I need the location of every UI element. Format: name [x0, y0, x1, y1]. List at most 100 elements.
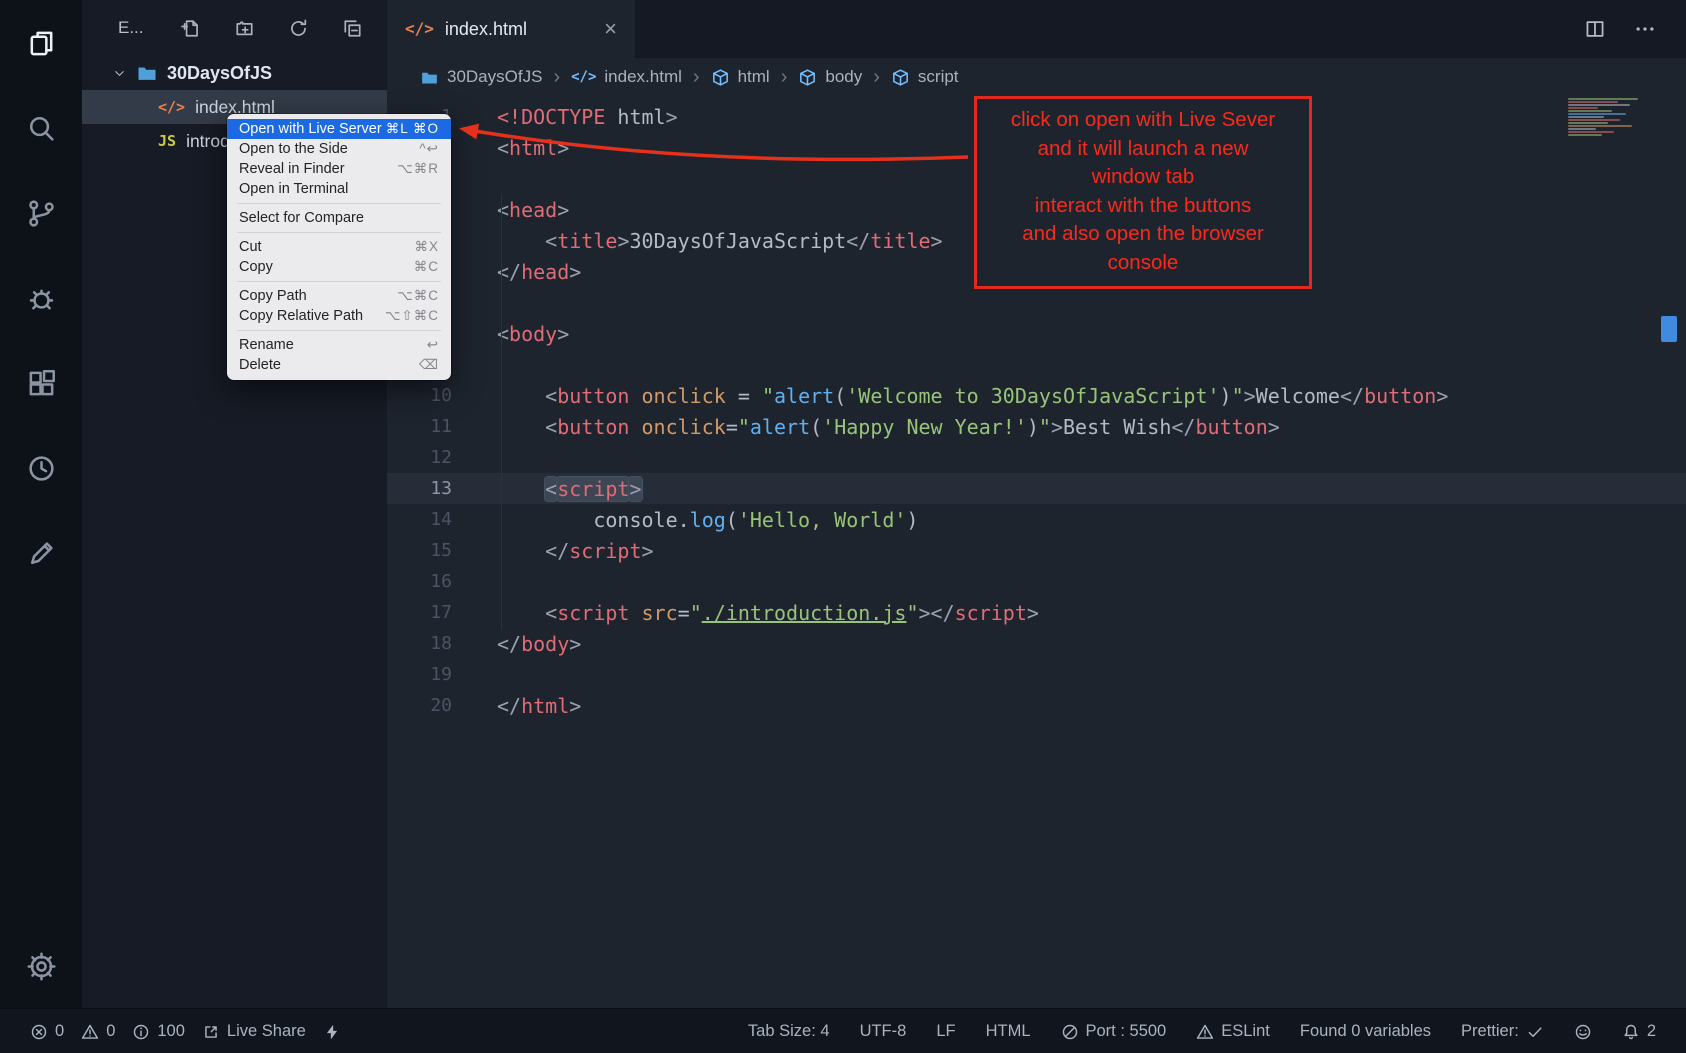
annotation-text-line: and it will launch a new [981, 135, 1305, 164]
status-label: Live Share [227, 1022, 306, 1041]
minimap-line [1568, 104, 1630, 106]
code-line[interactable]: 10 <button onclick = "alert('Welcome to … [387, 380, 1686, 411]
code-line-content: </script> [452, 539, 654, 563]
status-found-0-variables[interactable]: Found 0 variables [1300, 1022, 1431, 1041]
annotation-text-line: console [981, 249, 1305, 278]
menu-item-copy-relative-path[interactable]: Copy Relative Path⌥⇧⌘C [227, 306, 451, 326]
activity-pen-button[interactable] [26, 538, 57, 569]
split-editor-button[interactable] [1584, 18, 1606, 40]
breadcrumb-item-script[interactable]: script [891, 67, 959, 87]
code-line[interactable]: 12 [387, 442, 1686, 473]
menu-item-rename[interactable]: Rename↩ [227, 335, 451, 355]
status-2[interactable]: 2 [1622, 1022, 1656, 1041]
activity-files-button[interactable] [26, 28, 57, 59]
menu-item-open-with-live-server[interactable]: Open with Live Server⌘L ⌘O [227, 119, 451, 139]
code-line[interactable]: 11 <button onclick="alert('Happy New Yea… [387, 411, 1686, 442]
menu-item-select-for-compare[interactable]: Select for Compare [227, 208, 451, 228]
context-menu: Open with Live Server⌘L ⌘OOpen to the Si… [227, 114, 451, 380]
new-folder-icon[interactable] [234, 18, 255, 39]
menu-item-shortcut: ⌥⌘R [397, 161, 439, 177]
activity-bar-bottom [26, 951, 57, 982]
breadcrumb-item-body[interactable]: body [798, 67, 862, 87]
live-share-icon [202, 1023, 220, 1041]
code-line-content: </body> [452, 632, 581, 656]
annotation-text-line: interact with the buttons [981, 192, 1305, 221]
breadcrumb-item-index-html[interactable]: </>index.html [571, 67, 682, 87]
breadcrumb-label: script [918, 67, 959, 87]
status-utf-8[interactable]: UTF-8 [860, 1022, 907, 1041]
menu-item-open-in-terminal[interactable]: Open in Terminal [227, 179, 451, 199]
status-tab-size-4[interactable]: Tab Size: 4 [748, 1022, 830, 1041]
extensions-icon [26, 368, 57, 399]
status-zap-icon[interactable] [323, 1023, 341, 1041]
menu-item-shortcut: ⌘X [414, 239, 439, 255]
status-lf[interactable]: LF [936, 1022, 955, 1041]
menu-item-shortcut: ⌥⇧⌘C [385, 308, 439, 324]
status-0[interactable]: 0 [30, 1022, 64, 1041]
more-actions-button[interactable] [1634, 18, 1656, 40]
status-label: 100 [157, 1022, 185, 1041]
breadcrumb-item-html[interactable]: html [711, 67, 770, 87]
menu-item-copy[interactable]: Copy⌘C [227, 257, 451, 277]
status-bar: 00 100 Live Share Tab Size: 4 UTF-8 LF HTML Po… [0, 1008, 1686, 1053]
activity-source-control-button[interactable] [26, 198, 57, 229]
symbol-icon [711, 68, 730, 87]
annotation-text-line: window tab [981, 163, 1305, 192]
menu-separator [237, 330, 441, 331]
indent-guide [501, 194, 502, 630]
code-line[interactable]: 8<body> [387, 318, 1686, 349]
status-eslint[interactable]: ESLint [1196, 1022, 1270, 1041]
status-100[interactable]: 100 [132, 1022, 185, 1041]
folder-icon [136, 62, 158, 84]
tree-item-30daysofjs[interactable]: 30DaysOfJS [82, 56, 387, 90]
code-line[interactable]: 15 </script> [387, 535, 1686, 566]
status-label: Port : 5500 [1086, 1022, 1167, 1041]
minimap-line [1568, 131, 1614, 133]
status-0[interactable]: 0 [81, 1022, 115, 1041]
code-line[interactable]: 16 [387, 566, 1686, 597]
code-line[interactable]: 17 <script src="./introduction.js"></scr… [387, 597, 1686, 628]
tab-index-html[interactable]: </> index.html × [387, 0, 635, 58]
status-port-5500[interactable]: Port : 5500 [1061, 1022, 1167, 1041]
code-line-content: <!DOCTYPE html> [452, 105, 678, 129]
menu-item-copy-path[interactable]: Copy Path⌥⌘C [227, 286, 451, 306]
breadcrumb-item-30daysofjs[interactable]: 30DaysOfJS [420, 67, 542, 87]
status-prettier[interactable]: Prettier: [1461, 1022, 1544, 1041]
menu-item-delete[interactable]: Delete⌫ [227, 355, 451, 375]
menu-item-cut[interactable]: Cut⌘X [227, 237, 451, 257]
code-line-content: <html> [452, 136, 569, 160]
status-label: Found 0 variables [1300, 1022, 1431, 1041]
line-number: 15 [387, 540, 452, 561]
activity-debug-button[interactable] [26, 283, 57, 314]
activity-search-button[interactable] [26, 113, 57, 144]
status-smiley-icon[interactable] [1574, 1023, 1592, 1041]
error-icon [30, 1023, 48, 1041]
activity-extensions-button[interactable] [26, 368, 57, 399]
code-line[interactable]: 14 console.log('Hello, World') [387, 504, 1686, 535]
code-line[interactable]: 9 [387, 349, 1686, 380]
status-html[interactable]: HTML [986, 1022, 1031, 1041]
collapse-all-icon[interactable] [342, 18, 363, 39]
menu-item-reveal-in-finder[interactable]: Reveal in Finder⌥⌘R [227, 159, 451, 179]
code-line[interactable]: 13 <script> [387, 473, 1686, 504]
minimap-line [1568, 110, 1612, 112]
code-line-content: <script> [452, 477, 642, 501]
menu-item-label: Select for Compare [239, 210, 364, 226]
new-file-icon[interactable] [180, 18, 201, 39]
minimap[interactable] [1568, 98, 1656, 136]
refresh-icon[interactable] [288, 18, 309, 39]
bell-icon [1622, 1023, 1640, 1041]
explorer-actions [180, 18, 363, 39]
code-line[interactable]: 20</html> [387, 690, 1686, 721]
code-line[interactable]: 18</body> [387, 628, 1686, 659]
tab-close-icon[interactable]: × [604, 18, 617, 40]
code-line[interactable]: 19 [387, 659, 1686, 690]
code-line[interactable]: 7 [387, 287, 1686, 318]
minimap-line [1568, 128, 1596, 130]
activity-settings-gear-button[interactable] [26, 951, 57, 982]
symbol-icon [891, 68, 910, 87]
menu-item-open-to-the-side[interactable]: Open to the Side^↩ [227, 139, 451, 159]
activity-clock-button[interactable] [26, 453, 57, 484]
breadcrumb-label: body [825, 67, 862, 87]
status-live-share[interactable]: Live Share [202, 1022, 306, 1041]
